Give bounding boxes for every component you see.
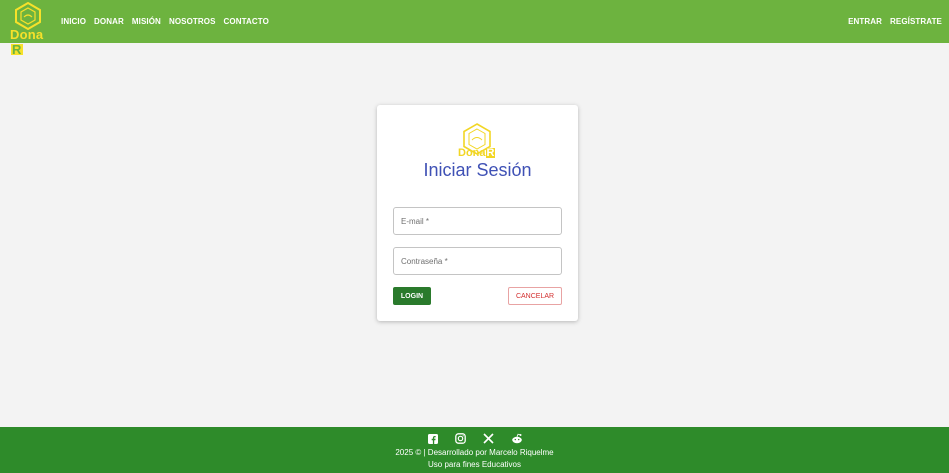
footer-credits: 2025 © | Desarrollado por Marcelo Riquel… — [395, 448, 554, 457]
password-field[interactable]: Contraseña * — [393, 247, 562, 275]
top-navbar: DonaR INICIO DONAR MISIÓN NOSOTROS CONTA… — [0, 0, 949, 56]
footer: 2025 © | Desarrollado por Marcelo Riquel… — [0, 427, 949, 473]
cancel-button[interactable]: CANCELAR — [508, 287, 562, 305]
nav-registrate[interactable]: REGÍSTRATE — [890, 17, 942, 26]
login-card: DonaR Iniciar Sesión E-mail * Contraseña… — [377, 105, 578, 321]
nav-donar[interactable]: DONAR — [94, 17, 124, 26]
page-title: Iniciar Sesión — [423, 160, 532, 180]
auth-nav: ENTRAR REGÍSTRATE — [848, 0, 942, 43]
nav-nosotros[interactable]: NOSOTROS — [169, 17, 216, 26]
footer-note: Uso para fines Educativos — [428, 460, 521, 469]
brand-wordmark: DonaR — [10, 27, 44, 57]
email-label: E-mail * — [401, 217, 430, 226]
reddit-icon[interactable] — [510, 432, 524, 445]
nav-inicio[interactable]: INICIO — [61, 17, 86, 26]
nav-mision[interactable]: MISIÓN — [132, 17, 161, 26]
login-button[interactable]: LOGIN — [393, 287, 431, 305]
social-links — [0, 432, 949, 445]
card-wordmark: DonaR — [458, 147, 496, 159]
main-nav: INICIO DONAR MISIÓN NOSOTROS CONTACTO — [61, 0, 269, 43]
nav-contacto[interactable]: CONTACTO — [224, 17, 269, 26]
password-label: Contraseña * — [401, 257, 448, 266]
email-field[interactable]: E-mail * — [393, 207, 562, 235]
instagram-icon[interactable] — [454, 432, 468, 445]
nav-entrar[interactable]: ENTRAR — [848, 17, 882, 26]
hexagon-logo-icon — [15, 2, 41, 30]
x-icon[interactable] — [482, 432, 496, 445]
facebook-icon[interactable] — [426, 432, 440, 445]
brand-logo[interactable]: DonaR — [10, 2, 52, 56]
